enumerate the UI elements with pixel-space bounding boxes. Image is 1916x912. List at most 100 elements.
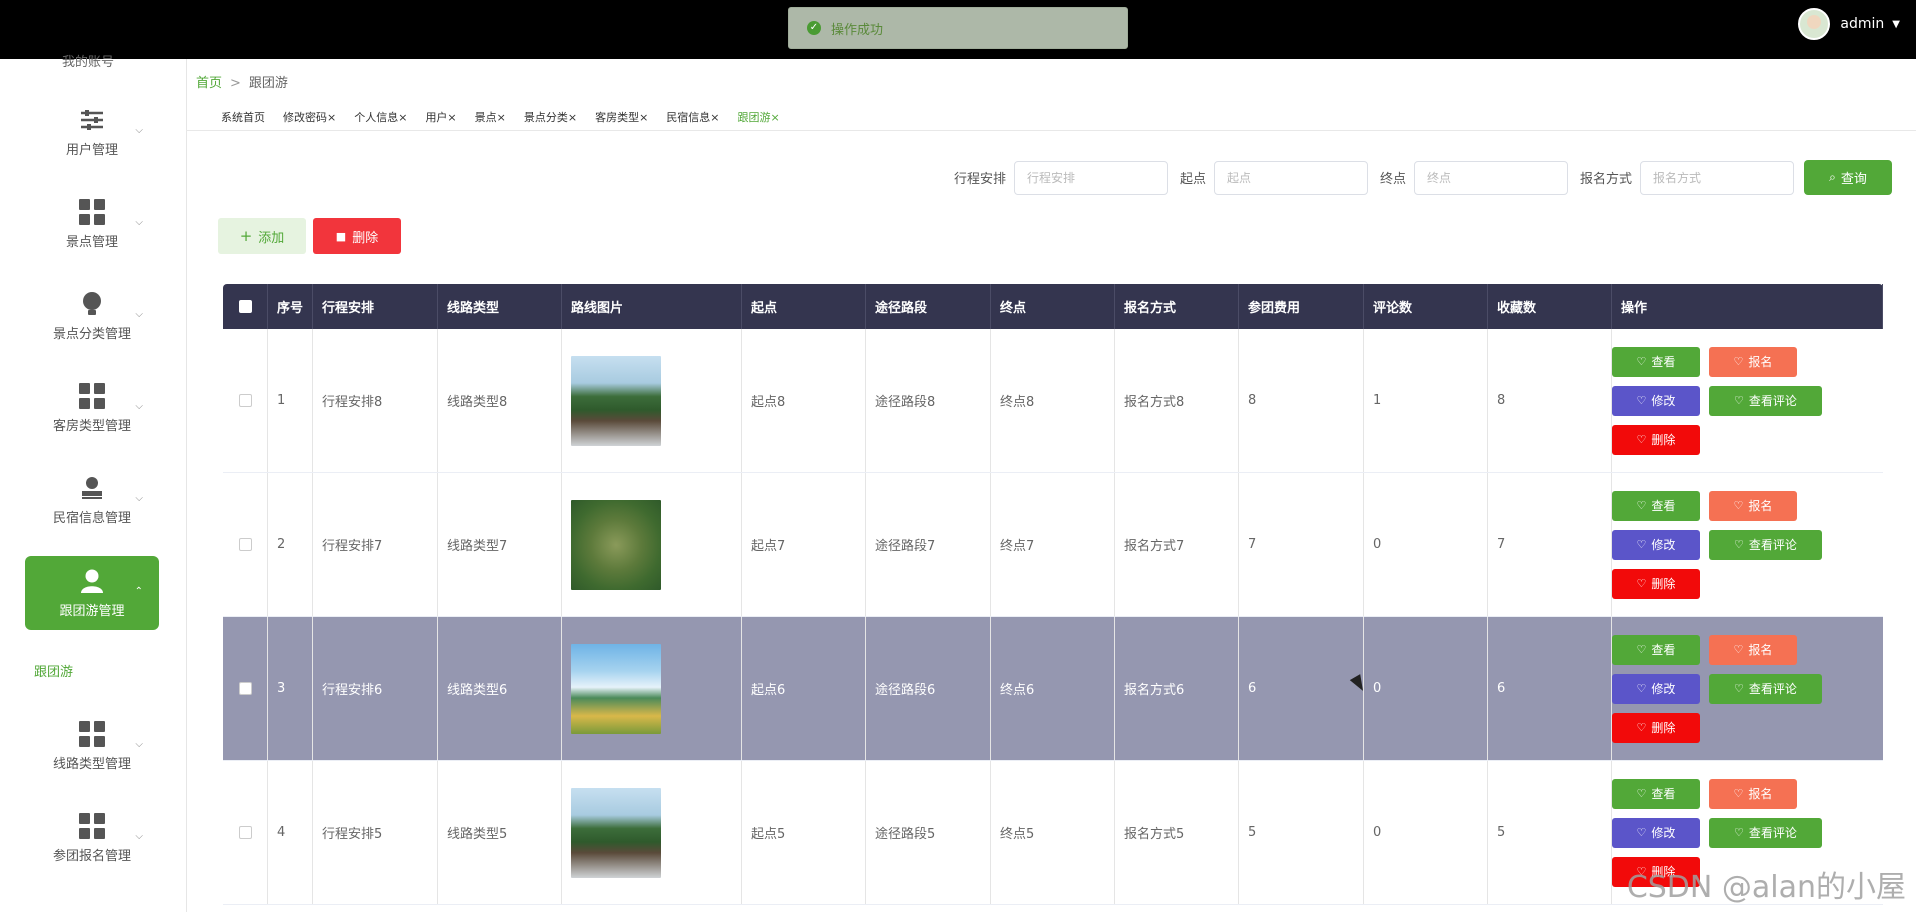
view-button[interactable]: ♡ 查看 [1612,634,1700,665]
column-header[interactable]: 报名方式 [1115,284,1239,329]
breadcrumb-current: 跟团游 [248,76,288,91]
route-image[interactable] [571,787,661,878]
delete-button[interactable]: ♡ 删除 [1612,424,1700,455]
tab-group-tour[interactable]: 跟团游× [738,109,780,125]
view-button[interactable]: ♡ 查看 [1612,490,1700,521]
cell-favorites: 5 [1488,761,1612,904]
search-input-end[interactable] [1413,160,1568,195]
select-all-checkbox[interactable] [238,300,252,313]
route-image[interactable] [571,499,661,590]
tab-users[interactable]: 用户× [425,109,456,125]
column-header[interactable]: 起点 [742,284,866,329]
heart-icon: ♡ [1733,499,1744,512]
sidebar-item-scenic-spots[interactable]: 景点管理 ⌵ [25,187,159,261]
delete-button[interactable]: ♡ 删除 [1612,568,1700,599]
chevron-down-icon: ⌵ [135,125,143,136]
sidebar-item-homestay[interactable]: 民宿信息管理 ⌵ [25,463,159,537]
cell-end: 终点6 [991,617,1115,760]
column-header[interactable]: 收藏数 [1488,284,1612,329]
tab-change-password[interactable]: 修改密码× [283,109,336,125]
sidebar-subitem-group-tour[interactable]: 跟团游 [34,661,73,680]
search-input-start[interactable] [1213,160,1368,195]
column-header[interactable]: 评论数 [1364,284,1488,329]
tab-homestay[interactable]: 民宿信息× [666,109,719,125]
heart-icon: ♡ [1733,643,1744,656]
row-checkbox[interactable] [238,682,252,695]
query-button[interactable]: ⌕ 查询 [1804,160,1892,195]
view-button[interactable]: ♡ 查看 [1612,346,1700,377]
trash-icon: ■ [335,229,347,243]
edit-button[interactable]: ♡ 修改 [1612,385,1700,416]
table-row[interactable]: 2 行程安排7 线路类型7 起点7 途径路段7 终点7 报名方式7 7 0 7 … [223,473,1883,617]
cell-comments: 1 [1364,329,1488,472]
column-header[interactable]: 参团费用 [1239,284,1364,329]
sidebar-item-route-type[interactable]: 线路类型管理 ⌵ [25,709,159,783]
user-name[interactable]: admin [1840,16,1884,32]
heart-icon: ♡ [1733,355,1744,368]
cell-route-type: 线路类型7 [438,473,562,616]
avatar[interactable] [1798,8,1831,40]
column-header[interactable]: 线路类型 [438,284,562,329]
sidebar-item-user-management[interactable]: 用户管理 ⌵ [25,95,159,169]
signup-button[interactable]: ♡ 报名 [1709,634,1797,665]
column-header[interactable]: 终点 [991,284,1115,329]
cell-route-type: 线路类型5 [438,761,562,904]
sidebar-item-room-type[interactable]: 客房类型管理 ⌵ [25,371,159,445]
sidebar-item-group-tour[interactable]: 跟团游管理 ⌃ [25,556,159,630]
chevron-down-icon: ⌵ [135,217,143,228]
sidebar-item-my-account[interactable]: 我的账号 [62,51,114,70]
cell-plan: 行程安排6 [313,617,438,760]
sidebar-item-label: 客房类型管理 [52,418,131,434]
add-button-label: 添加 [258,230,285,246]
route-image[interactable] [571,355,661,446]
caret-down-icon[interactable]: ▼ [1892,19,1900,30]
column-header: 序号 [268,284,313,329]
edit-button[interactable]: ♡ 修改 [1612,673,1700,704]
row-checkbox[interactable] [238,538,252,551]
view-button[interactable]: ♡ 查看 [1612,778,1700,809]
add-button[interactable]: + 添加 [218,218,306,254]
breadcrumb: 首页 > 跟团游 [196,72,288,91]
delete-button[interactable]: ♡ 删除 [1612,712,1700,743]
view-comments-button[interactable]: ♡ 查看评论 [1709,385,1822,416]
search-input-signup[interactable] [1640,160,1794,195]
tab-room-type[interactable]: 客房类型× [595,109,648,125]
lightbulb-icon [78,291,106,317]
table-row[interactable]: 3 行程安排6 线路类型6 起点6 途径路段6 终点6 报名方式6 6 0 6 … [223,617,1883,761]
edit-button[interactable]: ♡ 修改 [1612,817,1700,848]
view-comments-button[interactable]: ♡ 查看评论 [1709,529,1822,560]
column-header[interactable]: 途径路段 [866,284,991,329]
heart-icon: ♡ [1734,826,1744,839]
signup-button[interactable]: ♡ 报名 [1709,346,1797,377]
heart-icon: ♡ [1734,538,1744,551]
cell-route-type: 线路类型6 [438,617,562,760]
row-checkbox[interactable] [238,394,252,407]
top-bar: ✓ 操作成功 admin ▼ [0,0,1916,59]
tab-home[interactable]: 系统首页 [221,109,265,125]
batch-delete-button[interactable]: ■ 删除 [313,218,401,254]
column-header[interactable]: 行程安排 [313,284,438,329]
cell-via: 途径路段5 [866,761,991,904]
sidebar-item-signup-management[interactable]: 参团报名管理 ⌵ [25,801,159,875]
edit-button[interactable]: ♡ 修改 [1612,529,1700,560]
table-row[interactable]: 1 行程安排8 线路类型8 起点8 途径路段8 终点8 报名方式8 8 1 8 … [223,329,1883,473]
sidebar-item-spot-category[interactable]: 景点分类管理 ⌵ [25,279,159,353]
view-comments-button[interactable]: ♡ 查看评论 [1709,673,1822,704]
tab-spot-category[interactable]: 景点分类× [524,109,577,125]
signup-button[interactable]: ♡ 报名 [1709,490,1797,521]
cell-comments: 0 [1364,761,1488,904]
tab-spots[interactable]: 景点× [475,109,506,125]
row-actions: ♡ 查看 ♡ 报名 ♡ 修改 ♡ 查看评论 ♡ 删除 [1612,617,1883,760]
breadcrumb-home[interactable]: 首页 [196,76,222,91]
cell-index: 4 [268,761,313,904]
tab-bar: 系统首页 修改密码× 个人信息× 用户× 景点× 景点分类× 客房类型× 民宿信… [186,103,1916,131]
row-checkbox[interactable] [238,826,252,839]
route-image[interactable] [571,643,661,734]
heart-icon: ♡ [1636,787,1647,800]
tab-profile[interactable]: 个人信息× [354,109,407,125]
signup-button[interactable]: ♡ 报名 [1709,778,1797,809]
heart-icon: ♡ [1636,577,1647,590]
search-input-plan[interactable] [1013,160,1168,195]
user-menu[interactable]: admin ▼ [1798,8,1900,40]
view-comments-button[interactable]: ♡ 查看评论 [1709,817,1822,848]
